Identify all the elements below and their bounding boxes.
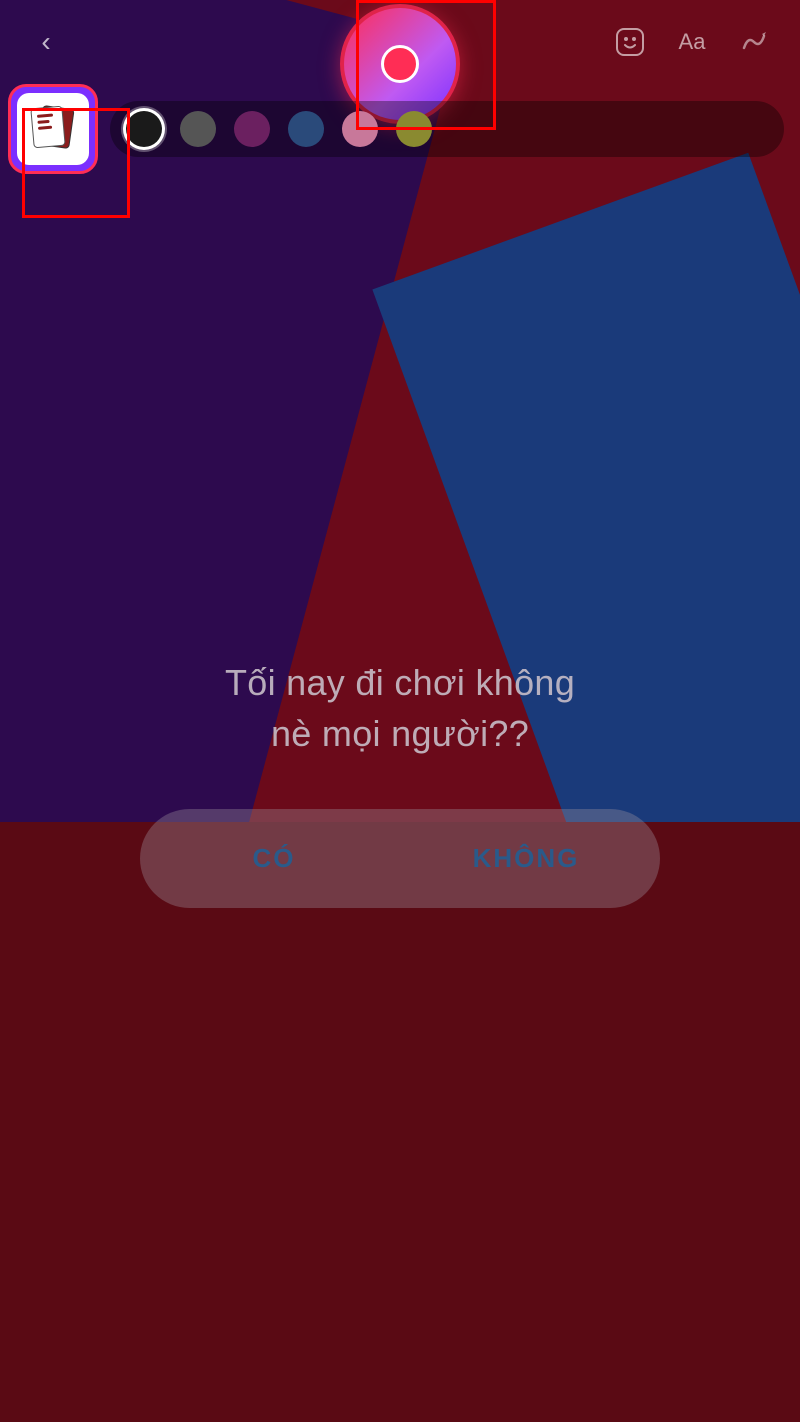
color-bar: [110, 101, 784, 157]
question-text: Tối nay đi chơi khôngnè mọi người??: [225, 658, 575, 759]
font-button[interactable]: Aa: [670, 20, 714, 64]
color-dot-black[interactable]: [126, 111, 162, 147]
back-button[interactable]: ‹: [24, 20, 68, 64]
top-right-icons: Aa: [608, 20, 776, 64]
top-bar: ‹ Aa: [0, 0, 800, 74]
sticker-inner: [17, 93, 89, 165]
main-area: Tối nay đi chơi khôngnè mọi người?? CÓ K…: [0, 144, 800, 1422]
draw-button[interactable]: [732, 20, 776, 64]
poll-container: CÓ KHÔNG: [140, 809, 660, 908]
color-dot-dark-purple[interactable]: [234, 111, 270, 147]
color-dot-olive[interactable]: [396, 111, 432, 147]
color-dot-light-pink[interactable]: [342, 111, 378, 147]
card-lines: [37, 113, 58, 133]
sticker-face-icon: [616, 28, 644, 56]
font-icon: Aa: [679, 29, 706, 55]
card-front: [30, 106, 65, 149]
card-line-2: [37, 120, 49, 124]
sticker-thumbnail[interactable]: [8, 84, 98, 174]
color-dot-dark-gray[interactable]: [180, 111, 216, 147]
palette-row: [0, 74, 800, 184]
card-line-1: [37, 114, 53, 118]
color-dot-dark-blue[interactable]: [288, 111, 324, 147]
sticker-icon-button[interactable]: [608, 20, 652, 64]
poll-no-button[interactable]: KHÔNG: [400, 817, 652, 900]
card-icon: [30, 111, 76, 147]
back-arrow-icon: ‹: [41, 28, 50, 56]
poll-yes-button[interactable]: CÓ: [148, 817, 400, 900]
draw-icon: [740, 28, 768, 56]
card-line-3: [38, 126, 52, 130]
